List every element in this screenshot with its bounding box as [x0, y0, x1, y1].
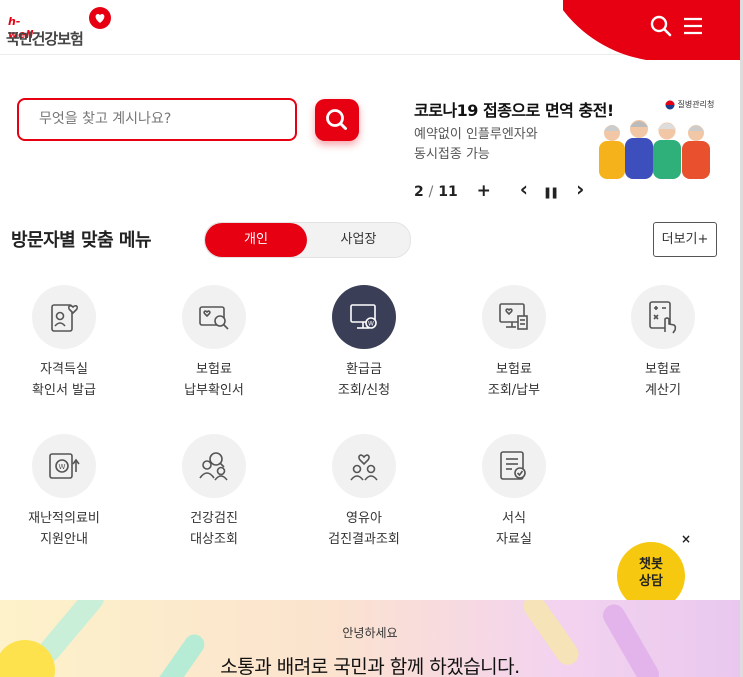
banner-agency-label: 질병관리청	[665, 99, 714, 110]
banner-pager: 2 / 11 + ‹ ❚❚ ›	[414, 177, 584, 201]
menu-label-line1: 서식	[502, 511, 526, 526]
pager-separator: /	[428, 184, 434, 200]
menu-label-line2: 지원안내	[40, 532, 88, 547]
id-card-heart-icon	[51, 304, 79, 332]
agency-name: 질병관리청	[677, 100, 715, 109]
chatbot-close-button[interactable]: ×	[681, 532, 691, 546]
header-corner-decoration	[563, 0, 743, 60]
menu-item-health-checkup[interactable]: 건강검진 대상조회	[154, 434, 274, 550]
banner-description: 동시접종 가능	[414, 147, 490, 162]
menu-label-line1: 재난적의료비	[28, 511, 100, 526]
pager-prev-button[interactable]: ‹	[520, 177, 528, 201]
banner-title[interactable]: 코로나19 접종으로 면역 충전!	[414, 97, 614, 121]
computer-receipt-icon	[499, 303, 528, 330]
menu-label-line1: 자격득실	[40, 362, 88, 377]
menu-item-premium-payment[interactable]: 보험료 조회/납부	[454, 285, 574, 401]
svg-text:W: W	[59, 463, 66, 471]
people-search-icon	[199, 452, 228, 481]
search-icon	[326, 109, 347, 130]
document-search-icon	[199, 306, 229, 330]
menu-icon-circle	[182, 434, 246, 498]
pager-current: 2	[414, 184, 424, 200]
pager-total: 11	[438, 184, 458, 200]
site-header: h-well 국민건강보험	[0, 0, 743, 60]
search-input[interactable]	[19, 100, 279, 137]
hamburger-menu-icon[interactable]	[681, 14, 705, 38]
menu-label-line2: 조회/납부	[487, 383, 541, 398]
menu-label-line1: 영유아	[346, 511, 382, 526]
banner-illustration	[599, 120, 710, 179]
menu-icon-circle	[482, 434, 546, 498]
menu-label-line2: 계산기	[645, 383, 681, 398]
monitor-won-icon: W	[350, 304, 377, 329]
menu-item-qualification[interactable]: 자격득실 확인서 발급	[4, 285, 124, 401]
menu-item-calculator[interactable]: 보험료 계산기	[603, 285, 723, 401]
pager-next-button[interactable]: ›	[576, 177, 584, 201]
chatbot-label: 상담	[639, 574, 663, 589]
menu-icon-circle	[182, 285, 246, 349]
banner-description: 예약없이 인플루엔자와	[414, 127, 538, 142]
menu-label-line2: 납부확인서	[184, 383, 244, 398]
menu-icon-circle: W	[32, 434, 96, 498]
menu-item-refund[interactable]: W 환급금 조회/신청	[304, 285, 424, 401]
form-document-icon	[500, 451, 526, 480]
menu-icon-circle	[482, 285, 546, 349]
calculator-hand-icon	[649, 301, 677, 334]
bottom-banner: 안녕하세요 소통과 배려로 국민과 함께 하겠습니다.	[0, 600, 740, 677]
tab-personal[interactable]: 개인	[205, 223, 307, 257]
pager-pause-button[interactable]: ❚❚	[543, 186, 560, 199]
search-box	[17, 98, 297, 141]
menu-label-line2: 조회/신청	[337, 383, 391, 398]
child-heart-icon	[350, 454, 378, 481]
menu-icon-circle	[32, 285, 96, 349]
menu-label-line2: 대상조회	[190, 532, 238, 547]
logo-title: 국민건강보험	[6, 30, 84, 48]
won-support-icon: W	[49, 453, 80, 479]
chatbot-label: 챗봇	[639, 557, 663, 572]
section-title: 방문자별 맞춤 메뉴	[11, 230, 152, 251]
menu-label-line1: 건강검진	[190, 511, 238, 526]
menu-item-catastrophic-medical[interactable]: W 재난적의료비 지원안내	[4, 434, 124, 550]
search-icon[interactable]	[649, 14, 673, 38]
menu-label-line2: 확인서 발급	[32, 383, 96, 398]
menu-label-line1: 환급금	[346, 362, 382, 377]
logo-heart-icon	[89, 7, 111, 29]
bottom-message: 소통과 배려로 국민과 함께 하겠습니다.	[220, 656, 520, 677]
menu-icon-circle-active: W	[332, 285, 396, 349]
menu-item-payment-certificate[interactable]: 보험료 납부확인서	[154, 285, 274, 401]
menu-label-line2: 자료실	[496, 532, 532, 547]
menu-label-line1: 보험료	[496, 362, 532, 377]
menu-label-line1: 보험료	[645, 362, 681, 377]
menu-icon-circle	[631, 285, 695, 349]
agency-emblem-icon	[665, 100, 675, 109]
visitor-tabs: 개인 사업장	[204, 222, 411, 258]
menu-item-infant-checkup[interactable]: 영유아 검진결과조회	[304, 434, 424, 550]
bottom-greeting: 안녕하세요	[342, 626, 398, 640]
menu-item-forms-library[interactable]: 서식 자료실	[454, 434, 574, 550]
more-button[interactable]: 더보기+	[653, 222, 717, 257]
tab-business[interactable]: 사업장	[307, 223, 410, 257]
pager-plus-button[interactable]: +	[477, 181, 491, 201]
menu-label-line1: 보험료	[196, 362, 232, 377]
search-button[interactable]	[315, 99, 359, 141]
menu-icon-circle	[332, 434, 396, 498]
menu-label-line2: 검진결과조회	[328, 532, 400, 547]
svg-text:W: W	[368, 321, 374, 328]
